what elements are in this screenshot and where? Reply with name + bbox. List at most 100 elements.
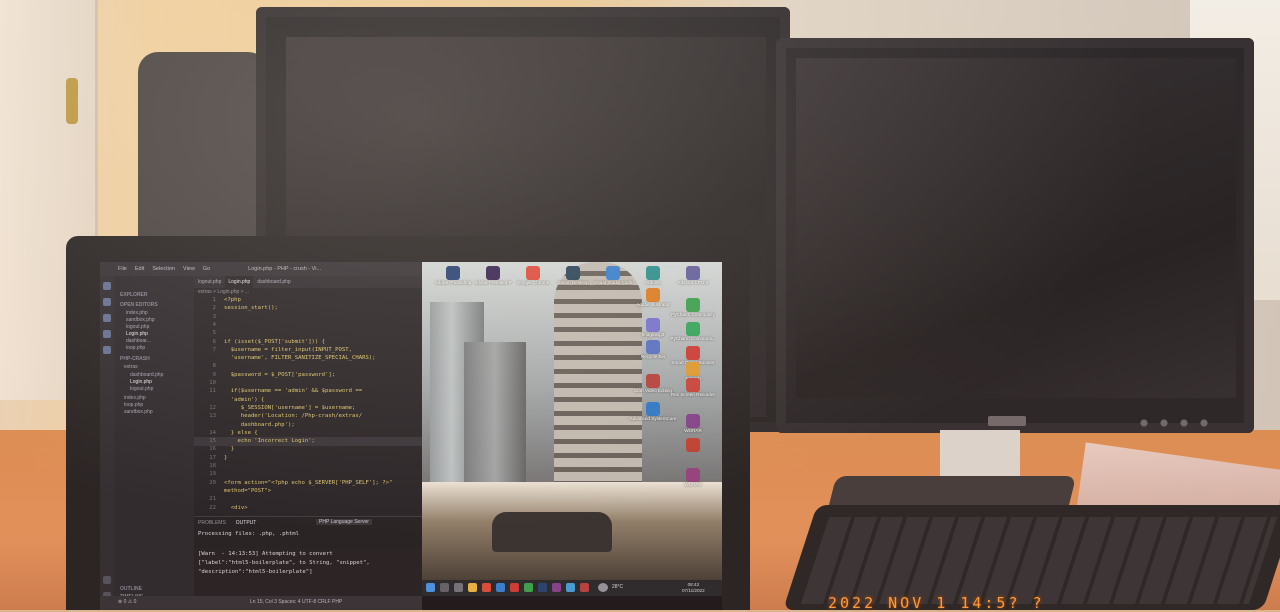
desktop-shortcut[interactable]: Imagining3 <box>624 318 682 337</box>
vscode-icon[interactable] <box>496 583 505 592</box>
menu-edit[interactable]: Edit <box>135 266 144 272</box>
project-folder[interactable]: PHP-CRASH <box>120 356 150 362</box>
tab-output[interactable]: OUTPUT <box>236 520 257 526</box>
code-text: $password = $_POST['password']; <box>224 371 336 378</box>
file-explorer-icon[interactable] <box>468 583 477 592</box>
app-icon <box>646 288 660 302</box>
project-file[interactable]: sandbox.php <box>124 409 153 415</box>
app-icon <box>686 298 700 312</box>
open-file-active[interactable]: Login.php <box>126 331 148 337</box>
code-text: $username = filter_input(INPUT_POST, <box>224 346 352 353</box>
desktop-shortcut[interactable]: AIDA64 CPU-Z <box>664 266 722 285</box>
code-text: } <box>224 454 228 461</box>
app-icon <box>686 346 700 360</box>
explorer-header: EXPLORER <box>120 292 148 298</box>
menu-view[interactable]: View <box>183 266 195 272</box>
monitor-right <box>776 38 1254 433</box>
extensions-icon[interactable] <box>103 346 111 354</box>
folder-extras[interactable]: extras <box>124 364 138 370</box>
start-windows-icon[interactable] <box>426 583 435 592</box>
shortcut-label: Rec Screen Recorder <box>670 392 716 397</box>
desktop: Adobe Photoshop Adobe Premiere P Google Ch… <box>422 262 722 580</box>
desktop-shortcut[interactable]: Recycle Bin <box>624 340 682 359</box>
app-icon <box>606 266 620 280</box>
explorer-icon[interactable] <box>103 282 111 290</box>
desktop-shortcut[interactable]: Rec Screen Recorder <box>664 378 722 397</box>
menu-go[interactable]: Go <box>203 266 210 272</box>
menu-file[interactable]: File <box>118 266 127 272</box>
output-line: ["label":"html5-boilerplate", to String,… <box>198 560 370 566</box>
output-channel-select[interactable]: PHP Language Server <box>316 519 372 525</box>
code-text: header('Location: /Php-crash/extras/ <box>224 413 363 420</box>
open-file[interactable]: dashboar... <box>126 338 151 344</box>
search-icon[interactable] <box>103 298 111 306</box>
app-icon <box>686 414 700 428</box>
source-control-icon[interactable] <box>103 314 111 322</box>
taskbar-app-icon[interactable] <box>580 583 589 592</box>
output-line: "description":"html5-boilerplate"] <box>198 569 313 575</box>
output-panel: PROBLEMS OUTPUT PHP Language Server Proc… <box>194 516 422 597</box>
code-text: if($username == 'admin' && $password == <box>224 388 363 395</box>
output-line: Processing files: .php, .phtml <box>198 531 300 537</box>
desktop-shortcut[interactable] <box>664 438 722 452</box>
chrome-icon[interactable] <box>482 583 491 592</box>
camera-timestamp: 2022 NOV 1 14:5? ? <box>828 594 1045 612</box>
problems-count[interactable]: ⊗ 0 ⚠ 0 <box>118 599 136 605</box>
outline-section[interactable]: OUTLINE <box>120 586 142 592</box>
code-text: } else { <box>224 429 258 436</box>
editor-status[interactable]: Ln 15, Col 3 Spaces: 4 UTF-8 CRLF PHP <box>250 599 342 605</box>
taskbar-app-icon[interactable] <box>510 583 519 592</box>
project-file[interactable]: loop.php <box>124 402 143 408</box>
shortcut-label: Adobe Illustrator <box>636 302 670 307</box>
clock[interactable]: 08:43 07/11/2022 <box>682 582 705 594</box>
tab-login[interactable]: Login.php <box>225 276 254 288</box>
code-editor[interactable]: 1 <?php 2 session_start(); 3 4 5 6 if (isset($_P… <box>194 296 422 516</box>
open-file[interactable]: index.php <box>126 310 148 316</box>
search-icon[interactable] <box>440 583 449 592</box>
account-icon[interactable] <box>103 576 111 584</box>
app-icon <box>646 266 660 280</box>
desktop-shortcut[interactable]: Adobe Illustrator <box>624 288 682 307</box>
weather-icon[interactable] <box>598 583 608 592</box>
wallpaper-car <box>492 512 612 552</box>
project-file[interactable]: logout.php <box>130 386 153 392</box>
shortcut-label: Imagining3 <box>641 332 665 337</box>
window-title: Login.php - PHP - crush - Vi... <box>248 266 322 272</box>
app-icon <box>486 266 500 280</box>
code-text: } <box>224 446 235 453</box>
code-line[interactable]: 22 <div> <box>194 504 422 513</box>
code-text: dashboard.php'); <box>224 421 295 428</box>
breadcrumb[interactable]: extras > Login.php > ... <box>198 289 249 295</box>
open-file[interactable]: sandbox.php <box>126 317 155 323</box>
tab-logout[interactable]: logout.php <box>198 276 221 288</box>
tab-dashboard[interactable]: dashboard.php <box>257 276 290 288</box>
code-text: session_start(); <box>224 305 278 312</box>
open-editors-header[interactable]: OPEN EDITORS <box>120 302 158 308</box>
shortcut-label: WinRAR <box>684 428 702 433</box>
taskbar-app-icon[interactable] <box>552 583 561 592</box>
desktop-shortcut[interactable]: WinRAR <box>664 414 722 433</box>
run-debug-icon[interactable] <box>103 330 111 338</box>
line-number: 22 <box>209 504 216 511</box>
project-file[interactable]: dashboard.php <box>130 372 163 378</box>
explorer-sidebar: EXPLORER OPEN EDITORS index.php sandbox.… <box>114 276 194 610</box>
app-icon <box>646 374 660 388</box>
photoshop-icon[interactable] <box>538 583 547 592</box>
desktop-shortcut[interactable]: WinRAR <box>664 468 722 487</box>
project-file-active[interactable]: Login.php <box>130 379 152 385</box>
menu-selection[interactable]: Selection <box>152 266 175 272</box>
task-view-icon[interactable] <box>454 583 463 592</box>
pycharm-icon[interactable] <box>524 583 533 592</box>
weather-temperature[interactable]: 28°C <box>612 584 623 590</box>
open-file[interactable]: logout.php <box>126 324 149 330</box>
project-file[interactable]: index.php <box>124 395 146 401</box>
app-icon <box>686 322 700 336</box>
code-text: method="POST"> <box>224 487 272 494</box>
office-chair <box>138 52 268 242</box>
app-icon <box>446 266 460 280</box>
open-file[interactable]: loop.php <box>126 345 145 351</box>
taskbar-app-icon[interactable] <box>566 583 575 592</box>
tab-problems[interactable]: PROBLEMS <box>198 520 226 526</box>
vscode-title-bar: File Edit Selection View Go Login.php - … <box>100 262 422 276</box>
app-icon <box>686 266 700 280</box>
